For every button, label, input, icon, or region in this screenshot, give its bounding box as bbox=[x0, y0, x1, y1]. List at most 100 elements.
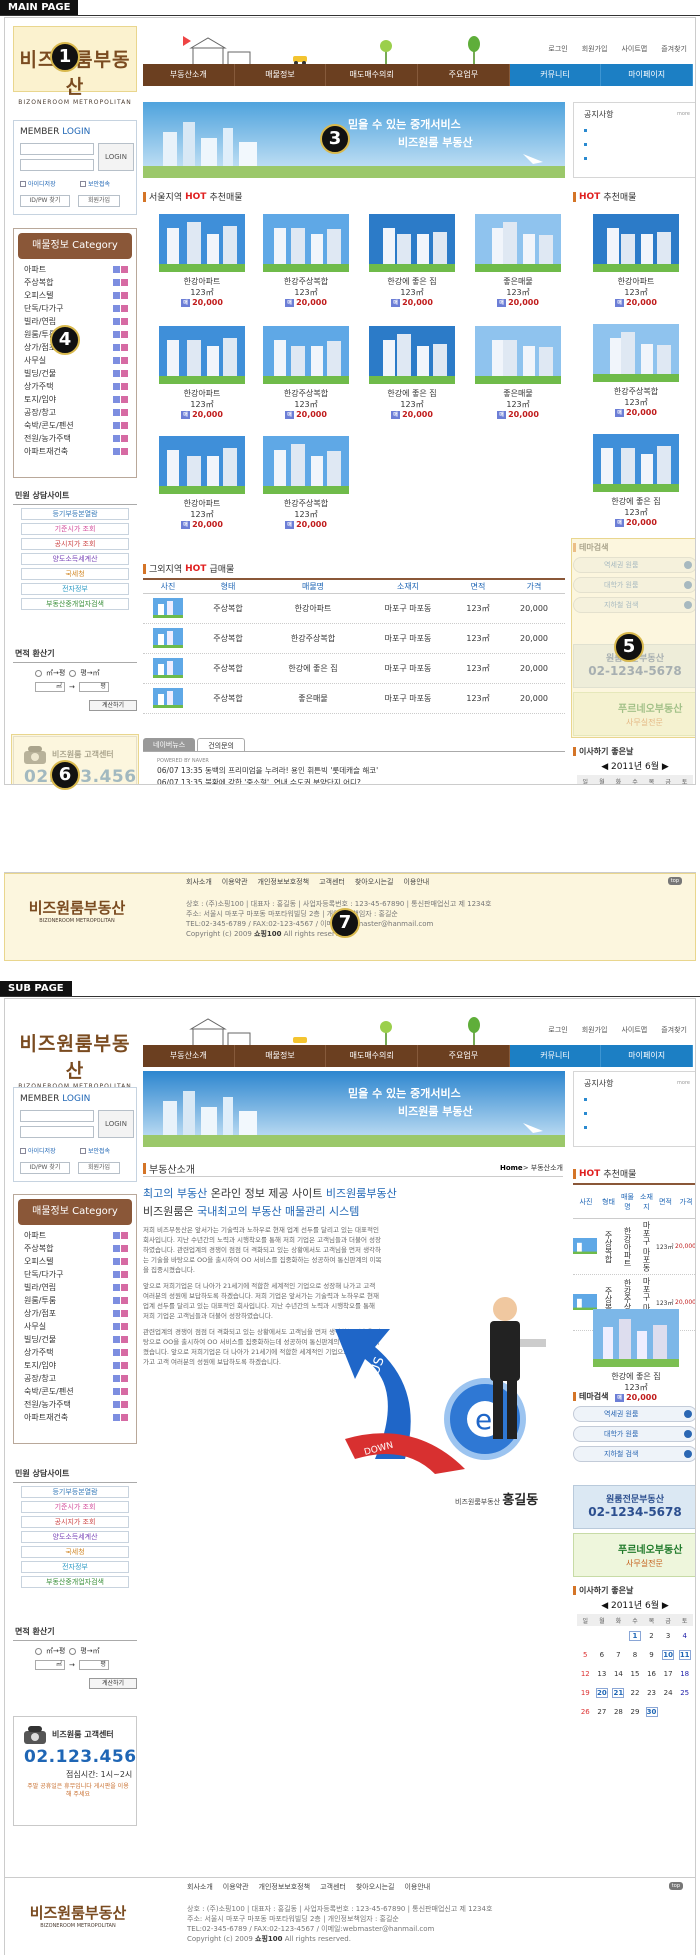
calendar-day[interactable]: 25 bbox=[679, 1688, 691, 1698]
calendar-day[interactable]: 11 bbox=[678, 1649, 691, 1660]
pyeong-input[interactable]: 평 bbox=[78, 682, 109, 692]
calendar-month[interactable]: ◀ 2011년 6월 ▶ bbox=[573, 759, 695, 772]
calendar-day[interactable]: 5 bbox=[579, 1650, 591, 1660]
calendar-day[interactable]: 12 bbox=[579, 1669, 591, 1679]
table-row[interactable]: 주상복합 한강아파트 마포구 마포동 123㎡ 20,000 bbox=[573, 1219, 695, 1275]
find-idpw-button[interactable]: ID/PW 찾기 bbox=[20, 1162, 70, 1174]
calendar-day[interactable]: 29 bbox=[629, 1707, 641, 1717]
calendar-day[interactable]: 15 bbox=[629, 1669, 641, 1679]
consult-link[interactable]: 기준시가 조회 bbox=[21, 1501, 129, 1513]
category-item[interactable]: 사무실 bbox=[14, 354, 136, 367]
consult-link[interactable]: 기준시가 조회 bbox=[21, 523, 129, 535]
nav-listings[interactable]: 매물정보 bbox=[234, 1045, 327, 1067]
category-item[interactable]: 주상복합 bbox=[14, 1242, 136, 1255]
sqm-input[interactable]: ㎡ bbox=[35, 682, 65, 692]
site-logo-sub[interactable]: 비즈원룸부동산 BIZONEROOM METROPOLITAN bbox=[13, 1011, 137, 1090]
save-id-checkbox[interactable]: 아이디저장 bbox=[20, 1146, 56, 1155]
footer-link[interactable]: 고객센터 bbox=[320, 1882, 346, 1892]
footer-link[interactable]: 이용약관 bbox=[223, 1882, 249, 1892]
calendar-day[interactable]: 22 bbox=[629, 1688, 641, 1698]
calendar-day[interactable] bbox=[679, 1712, 691, 1714]
consult-link[interactable]: 양도소득세계산 bbox=[21, 553, 129, 565]
category-item[interactable]: 토지/임야 bbox=[14, 1359, 136, 1372]
consult-link[interactable]: 부동산중개업자검색 bbox=[21, 1576, 129, 1588]
table-row[interactable]: 주상복합 좋은매물 마포구 마포동 123㎡ 20,000 bbox=[143, 684, 565, 714]
calendar-day[interactable]: 18 bbox=[679, 1669, 691, 1679]
hot-card[interactable]: 한강아파트 123㎡ 매 20,000 bbox=[593, 214, 679, 307]
consult-link[interactable]: 공시지가 조회 bbox=[21, 1516, 129, 1528]
secure-checkbox[interactable]: 보안접속 bbox=[80, 1146, 110, 1155]
calendar-day[interactable]: 17 bbox=[662, 1669, 674, 1679]
footer-link[interactable]: 찾아오시는길 bbox=[356, 1882, 395, 1892]
calendar-day[interactable] bbox=[596, 1636, 608, 1638]
table-row[interactable]: 주상복합 한강에 좋은 집 마포구 마포동 123㎡ 20,000 bbox=[143, 654, 565, 684]
calendar-day[interactable]: 24 bbox=[662, 1688, 674, 1698]
calendar-day[interactable]: 30 bbox=[645, 1706, 658, 1717]
calendar-day[interactable]: 3 bbox=[662, 1631, 674, 1641]
find-idpw-button[interactable]: ID/PW 찾기 bbox=[20, 195, 70, 207]
sitemap-link[interactable]: 사이트맵 bbox=[621, 44, 647, 54]
ad-oneroom-banner[interactable]: 원룸전문부동산02-1234-5678 bbox=[573, 1485, 695, 1529]
calendar-day[interactable]: 16 bbox=[646, 1669, 658, 1679]
table-row[interactable]: 주상복합 한강아파트 마포구 마포동 123㎡ 20,000 bbox=[143, 594, 565, 624]
calendar-day[interactable]: 9 bbox=[646, 1650, 658, 1660]
calendar-day[interactable] bbox=[662, 1712, 674, 1714]
sqm-to-pyeong-radio[interactable] bbox=[35, 1647, 42, 1655]
nav-about[interactable]: 부동산소개 bbox=[143, 1045, 235, 1067]
login-button[interactable]: LOGIN bbox=[98, 143, 134, 171]
theme-station-button[interactable]: 역세권 원룸 bbox=[573, 1406, 695, 1422]
calendar-day[interactable]: 20 bbox=[595, 1687, 608, 1698]
sitemap-link[interactable]: 사이트맵 bbox=[621, 1025, 647, 1035]
nav-business[interactable]: 주요업무 bbox=[418, 1045, 510, 1067]
calendar-day[interactable]: 14 bbox=[612, 1669, 624, 1679]
nav-community[interactable]: 커뮤니티 bbox=[509, 1045, 602, 1067]
calendar-day[interactable]: 2 bbox=[646, 1631, 658, 1641]
notice-more-link[interactable]: more bbox=[677, 1080, 690, 1086]
hot-card[interactable]: 한강에 좋은 집 123㎡ 매 20,000 bbox=[593, 434, 679, 527]
tab-inquiry[interactable]: 건의문의 bbox=[197, 738, 245, 751]
nav-about[interactable]: 부동산소개 bbox=[143, 64, 235, 86]
category-item[interactable]: 전원/농가주택 bbox=[14, 432, 136, 445]
category-item[interactable]: 상가주택 bbox=[14, 380, 136, 393]
pyeong-input[interactable]: 평 bbox=[78, 1660, 109, 1670]
calendar-day[interactable]: 8 bbox=[629, 1650, 641, 1660]
category-item[interactable]: 오피스텔 bbox=[14, 1255, 136, 1268]
pyeong-to-sqm-radio[interactable] bbox=[69, 669, 77, 677]
calendar-day[interactable] bbox=[579, 1636, 591, 1638]
calendar-day[interactable]: 7 bbox=[612, 1650, 624, 1660]
footer-link[interactable]: 찾아오시는길 bbox=[355, 877, 394, 887]
consult-link[interactable]: 공시지가 조회 bbox=[21, 538, 129, 550]
nav-request[interactable]: 매도매수의뢰 bbox=[326, 64, 419, 86]
notice-more-link[interactable]: more bbox=[677, 111, 690, 117]
login-link[interactable]: 로그인 bbox=[548, 1025, 567, 1035]
favorite-link[interactable]: 즐겨찾기 bbox=[661, 1025, 687, 1035]
calendar-day[interactable]: 27 bbox=[596, 1707, 608, 1717]
consult-link[interactable]: 등기부등본열람 bbox=[21, 1486, 129, 1498]
consult-link[interactable]: 양도소득세계산 bbox=[21, 1531, 129, 1543]
consult-link[interactable]: 국세청 bbox=[21, 1546, 129, 1558]
calendar-month[interactable]: ◀ 2011년 6월 ▶ bbox=[573, 1598, 695, 1611]
password-input[interactable] bbox=[20, 159, 94, 171]
listing-card[interactable]: 한강아파트 123㎡ 매 20,000 bbox=[159, 436, 245, 529]
category-item[interactable]: 공장/창고 bbox=[14, 1372, 136, 1385]
favorite-link[interactable]: 즐겨찾기 bbox=[661, 44, 687, 54]
theme-subway-button[interactable]: 지하철 검색 bbox=[573, 1446, 695, 1462]
footer-link[interactable]: 개인정보보호정책 bbox=[258, 877, 310, 887]
category-item[interactable]: 숙박/콘도/펜션 bbox=[14, 419, 136, 432]
category-item[interactable]: 사무실 bbox=[14, 1320, 136, 1333]
join-link[interactable]: 회원가입 bbox=[582, 44, 608, 54]
category-item[interactable]: 오피스텔 bbox=[14, 289, 136, 302]
calc-button[interactable]: 계산하기 bbox=[89, 1678, 137, 1689]
footer-link[interactable]: 이용안내 bbox=[403, 877, 429, 887]
tab-naver-news[interactable]: 네이버뉴스 bbox=[143, 738, 196, 751]
secure-checkbox[interactable]: 보안접속 bbox=[80, 179, 110, 188]
listing-card[interactable]: 좋은매물 123㎡ 매 20,000 bbox=[475, 214, 561, 307]
category-item[interactable]: 주상복합 bbox=[14, 276, 136, 289]
sqm-input[interactable]: ㎡ bbox=[35, 1660, 65, 1670]
pyeong-to-sqm-radio[interactable] bbox=[69, 1647, 77, 1655]
nav-mypage[interactable]: 마이페이지 bbox=[601, 64, 694, 86]
listing-card[interactable]: 한강아파트 123㎡ 매 20,000 bbox=[159, 326, 245, 419]
password-input[interactable] bbox=[20, 1126, 94, 1138]
category-item[interactable]: 토지/임야 bbox=[14, 393, 136, 406]
footer-link[interactable]: 회사소개 bbox=[187, 1882, 213, 1892]
